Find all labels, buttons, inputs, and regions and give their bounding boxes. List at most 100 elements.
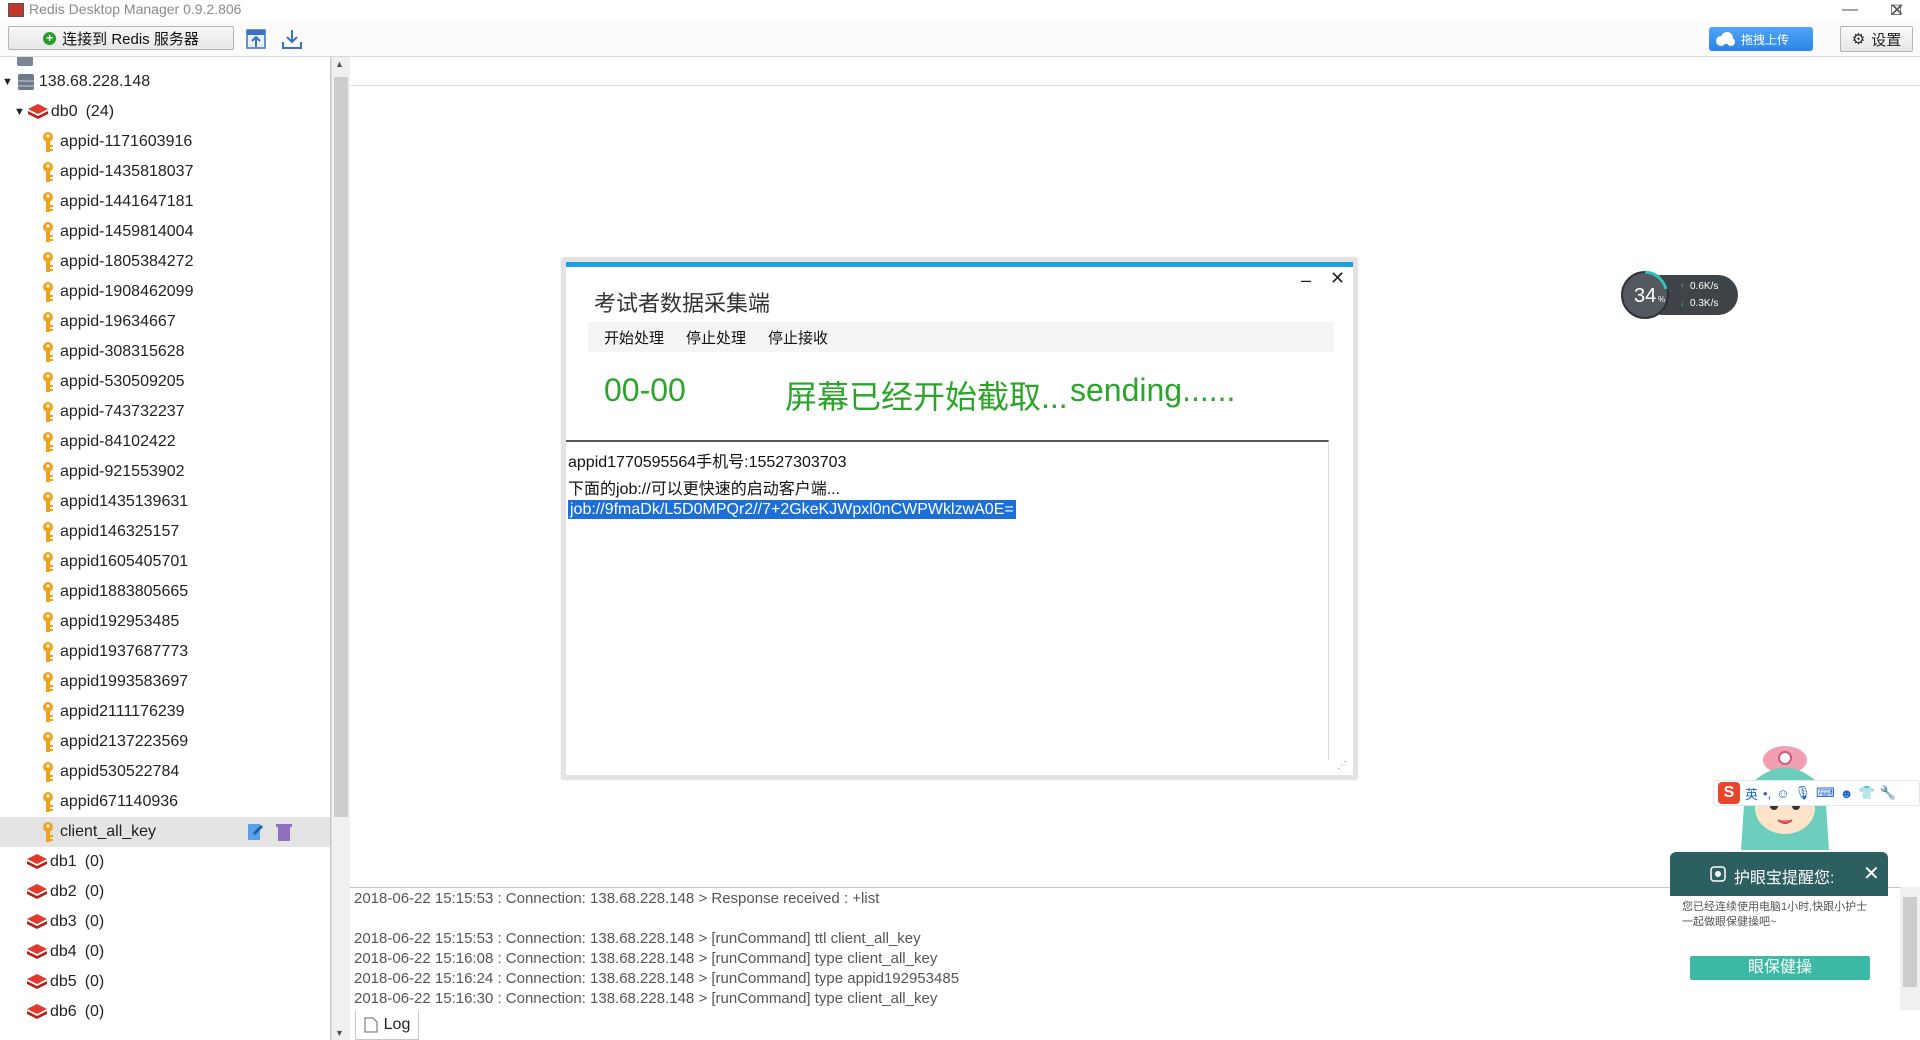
- expand-arrow-icon[interactable]: ▼: [14, 97, 25, 127]
- tree-row-db[interactable]: db6 (0): [26, 997, 104, 1027]
- dialog-output-textarea[interactable]: appid1770595564手机号:15527303703 下面的job://…: [566, 440, 1329, 760]
- ime-language[interactable]: 英: [1745, 784, 1758, 803]
- key-item[interactable]: appid-1805384272: [40, 247, 193, 277]
- menu-stop-processing[interactable]: 停止处理: [686, 327, 746, 348]
- key-icon: [43, 372, 53, 392]
- scroll-down-arrow-icon[interactable]: ▼: [335, 1028, 344, 1038]
- edit-icon[interactable]: [246, 822, 264, 842]
- key-label: appid192953485: [60, 613, 180, 630]
- key-item[interactable]: appid192953485: [40, 607, 179, 637]
- wrench-icon[interactable]: 🔧: [1880, 785, 1896, 801]
- dialog-close-button[interactable]: ✕: [1330, 268, 1345, 289]
- tree-row-db[interactable]: db5 (0): [26, 967, 104, 997]
- key-item[interactable]: appid-84102422: [40, 427, 176, 457]
- microphone-icon[interactable]: 🎙: [1794, 785, 1811, 801]
- skin-icon[interactable]: 👕: [1858, 785, 1874, 801]
- key-label: appid2137223569: [60, 733, 189, 750]
- expand-arrow-icon[interactable]: ▼: [2, 67, 13, 97]
- key-item[interactable]: appid-308315628: [40, 337, 185, 367]
- key-item[interactable]: appid1435139631: [40, 487, 188, 517]
- output-line: appid1770595564手机号:15527303703: [568, 454, 847, 471]
- key-item[interactable]: appid1605405701: [40, 547, 188, 577]
- scroll-up-arrow-icon[interactable]: ▲: [335, 59, 344, 69]
- download-speed: 0.3K/s: [1690, 298, 1718, 309]
- log-scrollbar[interactable]: [1900, 887, 1920, 1010]
- settings-label: 设置: [1871, 31, 1902, 49]
- key-item[interactable]: appid2111176239: [40, 697, 185, 727]
- data-collector-dialog: 考试者数据采集端 – ✕ 开始处理 停止处理 停止接收 00-00 屏幕已经开始…: [562, 258, 1357, 779]
- dialog-menu-bar: 开始处理 停止处理 停止接收: [588, 322, 1334, 352]
- upload-label: 拖拽上传: [1740, 32, 1789, 47]
- key-label: appid-1805384272: [60, 253, 194, 270]
- eye-care-reminder-popup: 护眼宝提醒您: ✕ 您已经连续使用电脑1小时,快跟小护士一起做眼保健操吧~ 眼保…: [1670, 852, 1888, 1002]
- key-item[interactable]: appid671140936: [40, 787, 178, 817]
- tree-row-db[interactable]: db4 (0): [26, 937, 104, 967]
- export-icon[interactable]: [280, 27, 304, 51]
- input-method-toolbar[interactable]: S 英 •, ☺ 🎙 ⌨ ☻ 👕 🔧: [1713, 780, 1920, 806]
- punctuation-icon[interactable]: •,: [1763, 786, 1771, 801]
- speed-percent: 34: [1634, 285, 1656, 307]
- key-item[interactable]: client_all_key: [40, 817, 156, 847]
- tree-row-db[interactable]: db2 (0): [26, 877, 104, 907]
- dialog-minimize-button[interactable]: –: [1301, 270, 1311, 291]
- tree-row-db[interactable]: db1 (0): [26, 847, 104, 877]
- user-icon[interactable]: ☻: [1840, 786, 1854, 801]
- tree-row-server[interactable]: ▼ 138.68.228.148: [2, 67, 150, 97]
- tree-scrollbar[interactable]: ▲ ▼: [331, 57, 350, 1040]
- key-item[interactable]: appid-1908462099: [40, 277, 193, 307]
- key-label: appid1883805665: [60, 583, 189, 600]
- settings-button[interactable]: ⚙ 设置: [1840, 26, 1913, 52]
- reminder-close-button[interactable]: ✕: [1863, 861, 1880, 886]
- minimize-button[interactable]: —: [1827, 0, 1873, 22]
- key-label: appid-1908462099: [60, 283, 194, 300]
- db-count: (0): [84, 973, 105, 990]
- menu-stop-receiving[interactable]: 停止接收: [768, 327, 828, 348]
- db-count: (0): [84, 883, 105, 900]
- import-icon[interactable]: [244, 27, 268, 51]
- key-label: client_all_key: [60, 823, 157, 840]
- tab-log[interactable]: Log: [355, 1011, 419, 1040]
- connect-server-button[interactable]: + 连接到 Redis 服务器: [8, 26, 234, 50]
- key-icon: [43, 222, 53, 242]
- log-scrollbar-thumb[interactable]: [1903, 897, 1917, 987]
- close-window-button[interactable]: ✕: [1874, 0, 1920, 22]
- sogou-logo-icon[interactable]: S: [1718, 782, 1740, 804]
- resize-grip-icon[interactable]: ⋰: [1337, 760, 1347, 771]
- db-label: db4: [50, 943, 77, 960]
- key-item[interactable]: appid530522784: [40, 757, 179, 787]
- key-icon: [43, 522, 53, 542]
- delete-icon[interactable]: [276, 822, 292, 842]
- key-item[interactable]: appid-530509205: [40, 367, 185, 397]
- key-item[interactable]: appid146325157: [40, 517, 179, 547]
- key-item[interactable]: appid-19634667: [40, 307, 176, 337]
- key-item[interactable]: appid-921553902: [40, 457, 185, 487]
- title-bar: Redis Desktop Manager 0.9.2.806 — ☐: [0, 0, 1920, 22]
- key-item[interactable]: appid-1441647181: [40, 187, 193, 217]
- eye-exercise-button[interactable]: 眼保健操: [1690, 956, 1870, 980]
- key-item[interactable]: appid-1459814004: [40, 217, 193, 247]
- key-icon: [43, 642, 53, 662]
- plus-icon: +: [43, 31, 57, 45]
- key-item[interactable]: appid-743732237: [40, 397, 185, 427]
- key-icon: [43, 162, 53, 182]
- keyboard-icon[interactable]: ⌨: [1816, 785, 1835, 801]
- network-speed-widget[interactable]: 34 % ↑ ↓ 0.6K/s 0.3K/s: [1620, 270, 1740, 320]
- db-count: (0): [84, 943, 105, 960]
- tree-row-db[interactable]: db3 (0): [26, 907, 104, 937]
- scrollbar-thumb[interactable]: [334, 77, 348, 817]
- key-item[interactable]: appid2137223569: [40, 727, 188, 757]
- key-item[interactable]: appid1937687773: [40, 637, 188, 667]
- menu-start-processing[interactable]: 开始处理: [604, 327, 664, 348]
- selected-job-link[interactable]: job://9fmaDk/L5D0MPQr2//7+2GkeKJWpxl0nCW…: [568, 500, 1016, 519]
- redis-db-icon: [27, 914, 47, 929]
- log-line: 2018-06-22 15:15:53 : Connection: 138.68…: [354, 890, 880, 907]
- key-item[interactable]: appid-1435818037: [40, 157, 193, 187]
- key-item[interactable]: appid1993583697: [40, 667, 188, 697]
- key-icon: [43, 402, 53, 422]
- key-item[interactable]: appid1883805665: [40, 577, 188, 607]
- emoji-icon[interactable]: ☺: [1776, 786, 1789, 801]
- key-item[interactable]: appid-1171603916: [40, 127, 192, 157]
- key-icon: [43, 282, 53, 302]
- tree-row-db0[interactable]: ▼ db0 (24): [14, 97, 114, 127]
- drag-upload-button[interactable]: 拖拽上传: [1709, 27, 1813, 51]
